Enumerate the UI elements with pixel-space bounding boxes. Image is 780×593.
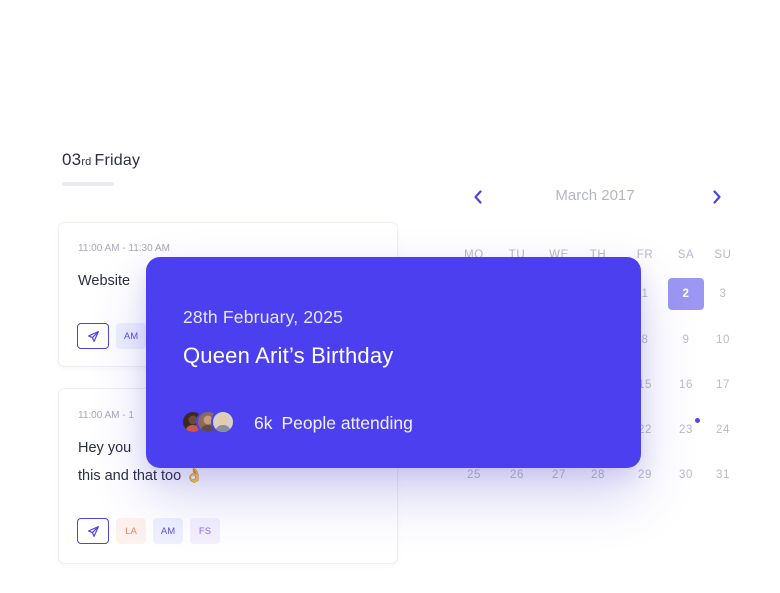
- calendar-next-button[interactable]: [707, 186, 727, 208]
- calendar-month: March 2017: [555, 187, 635, 204]
- calendar-day[interactable]: 31: [703, 460, 743, 490]
- calendar-day[interactable]: 3: [703, 279, 743, 309]
- calendar-day[interactable]: 9: [666, 325, 706, 355]
- send-button[interactable]: [77, 518, 109, 544]
- calendar-day[interactable]: 16: [666, 370, 706, 400]
- weekday-su: SU: [714, 249, 732, 261]
- popup-date: 28th February, 2025: [183, 307, 344, 327]
- day-suffix: rd: [81, 156, 92, 168]
- event-actions: AM: [77, 323, 146, 349]
- send-icon: [87, 525, 99, 537]
- attendee-summary: 6k People attending: [254, 413, 413, 434]
- event-popup[interactable]: 28th February, 2025 Queen Arit’s Birthda…: [146, 257, 641, 468]
- tag-fs[interactable]: FS: [190, 518, 220, 544]
- event-actions: LA AM FS: [77, 518, 220, 544]
- event-title: Website: [78, 273, 131, 289]
- avatar: [211, 410, 235, 434]
- event-time: 11:00 AM - 1: [78, 410, 134, 421]
- tag-am[interactable]: AM: [153, 518, 183, 544]
- day-underline: [62, 182, 114, 186]
- day-title: 03rd Friday: [62, 150, 140, 170]
- event-indicator-dot: [695, 418, 700, 423]
- attendee-count: 6k: [254, 413, 273, 433]
- calendar-day[interactable]: 24: [703, 415, 743, 445]
- send-icon: [87, 330, 99, 342]
- send-button[interactable]: [77, 323, 109, 349]
- calendar-day[interactable]: 17: [703, 370, 743, 400]
- chevron-right-icon: [713, 190, 721, 204]
- calendar-day[interactable]: 23: [666, 415, 706, 445]
- chevron-left-icon: [474, 190, 482, 204]
- calendar-day[interactable]: 30: [666, 460, 706, 490]
- popup-title: Queen Arit’s Birthday: [183, 343, 394, 368]
- tag-la[interactable]: LA: [116, 518, 146, 544]
- day-number: 03: [62, 150, 82, 169]
- attendee-label: People attending: [281, 413, 413, 433]
- calendar-prev-button[interactable]: [468, 186, 488, 208]
- event-time: 11:00 AM - 11:30 AM: [78, 243, 170, 254]
- attendee-avatars[interactable]: [181, 410, 235, 434]
- calendar-day-selected[interactable]: 2: [668, 278, 704, 310]
- tag-am[interactable]: AM: [116, 323, 146, 349]
- calendar-day[interactable]: 10: [703, 325, 743, 355]
- weekday-sa: SA: [677, 249, 695, 261]
- day-weekday: Friday: [94, 152, 141, 169]
